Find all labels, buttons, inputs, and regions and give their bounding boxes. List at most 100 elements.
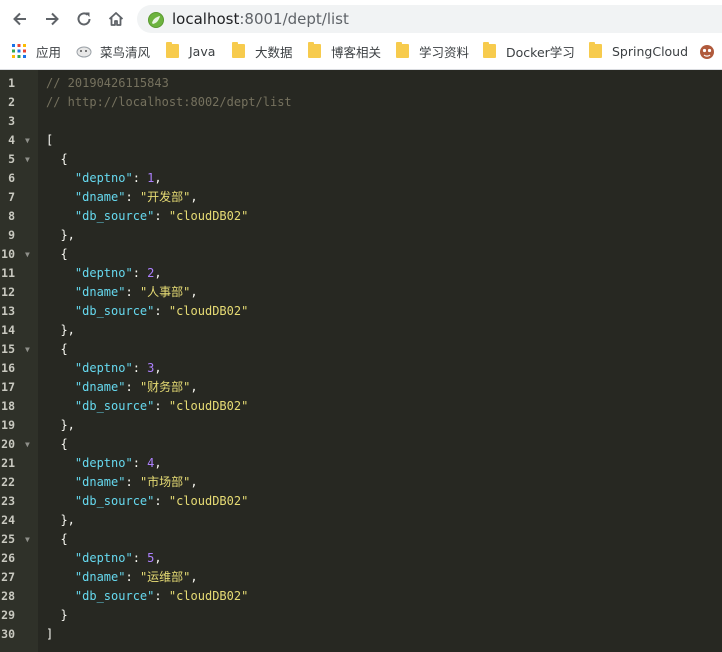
line-number: 23 (1, 494, 15, 508)
runoob-icon (76, 46, 92, 58)
line-number: 25 (1, 532, 15, 546)
folder-icon (396, 42, 409, 58)
extension-button[interactable] (698, 37, 716, 65)
fold-toggle-icon[interactable]: ▼ (25, 340, 30, 359)
code-line: 16 "deptno": 3, (0, 359, 722, 378)
code-line: 19 }, (0, 416, 722, 435)
code-line: 22 "dname": "市场部", (0, 473, 722, 492)
bookmark-folder-springcloud[interactable]: SpringCloud (589, 37, 688, 65)
code-line: 10 ▼ { (0, 245, 722, 264)
bookmark-label: SpringCloud (612, 43, 689, 59)
line-number: 8 (8, 209, 15, 223)
bookmark-label: 大数据 (255, 44, 293, 60)
line-number: 12 (1, 285, 15, 299)
line-number: 27 (1, 570, 15, 584)
reload-button[interactable] (71, 6, 97, 32)
folder-icon (308, 42, 321, 58)
bookmark-apps[interactable]: 应用 (12, 37, 61, 65)
fold-toggle-icon[interactable]: ▼ (25, 530, 30, 549)
code-text: { (60, 152, 68, 166)
address-bar[interactable]: localhost:8001/dept/list (137, 5, 722, 33)
code-line: 30] (0, 625, 722, 644)
bookmark-folder-bigdata[interactable]: 大数据 (232, 37, 293, 65)
line-number: 1 (8, 76, 15, 90)
code-text: "dname": "开发部", (74, 190, 198, 204)
code-line: 15 ▼ { (0, 340, 722, 359)
code-text: "deptno": 2, (74, 266, 162, 280)
line-number: 29 (1, 608, 15, 622)
code-line: 8 "db_source": "cloudDB02" (0, 207, 722, 226)
code-line: 26 "deptno": 5, (0, 549, 722, 568)
line-number: 9 (8, 228, 15, 242)
code-text: "dname": "财务部", (74, 380, 198, 394)
code-text: { (60, 247, 68, 261)
line-number: 20 (1, 437, 15, 451)
bookmark-folder-blog[interactable]: 博客相关 (308, 37, 381, 65)
code-line: 2 // http://localhost:8002/dept/list (0, 93, 722, 112)
code-line: 11 "deptno": 2, (0, 264, 722, 283)
folder-icon (589, 42, 602, 58)
code-line: 5 ▼ { (0, 150, 722, 169)
code-text: { (60, 342, 68, 356)
home-button[interactable] (103, 6, 129, 32)
code-text: ] (46, 627, 54, 641)
back-button[interactable] (7, 6, 33, 32)
code-text: // http://localhost:8002/dept/list (46, 95, 292, 109)
extension-icon (700, 45, 714, 59)
bookmark-folder-study[interactable]: 学习资料 (396, 37, 469, 65)
url-text[interactable]: localhost:8001/dept/list (172, 10, 349, 28)
home-icon (108, 12, 124, 26)
forward-button[interactable] (39, 6, 65, 32)
line-number: 18 (1, 399, 15, 413)
json-viewer: 1 // 20190426115843 2 // http://localhost:8… (0, 70, 722, 652)
line-number: 26 (1, 551, 15, 565)
bookmark-label: Java (189, 43, 216, 59)
browser-toolbar: localhost:8001/dept/list (0, 0, 722, 37)
code-text: "db_source": "cloudDB02" (74, 494, 249, 508)
code-line: 6 "deptno": 1, (0, 169, 722, 188)
code-line: 24 }, (0, 511, 722, 530)
line-number: 24 (1, 513, 15, 527)
line-number: 11 (1, 266, 15, 280)
code-text: "deptno": 1, (74, 171, 162, 185)
code-text: "dname": "市场部", (74, 475, 198, 489)
arrow-left-icon (13, 12, 26, 26)
code-text: "db_source": "cloudDB02" (74, 304, 249, 318)
code-text: }, (60, 323, 75, 337)
code-text: { (60, 532, 68, 546)
code-line: 29 } (0, 606, 722, 625)
fold-toggle-icon[interactable]: ▼ (25, 435, 30, 454)
line-number: 16 (1, 361, 15, 375)
line-number: 6 (8, 171, 15, 185)
bookmark-folder-docker[interactable]: Docker学习 (483, 37, 575, 65)
bookmark-runoob[interactable]: 菜鸟清风 (76, 37, 150, 65)
line-number: 4 (8, 133, 15, 147)
code-line: 27 "dname": "运维部", (0, 568, 722, 587)
code-text: }, (60, 513, 75, 527)
line-number: 15 (1, 342, 15, 356)
bookmarks-bar: 应用 菜鸟清风 Java 大数据 博客相关 学习资料 Docker学习 Spri… (0, 37, 722, 70)
line-number: 2 (8, 95, 15, 109)
folder-icon (483, 42, 496, 58)
code-text: "deptno": 3, (74, 361, 162, 375)
code-text: "db_source": "cloudDB02" (74, 589, 249, 603)
bookmark-label: 学习资料 (419, 44, 470, 60)
code-line: 28 "db_source": "cloudDB02" (0, 587, 722, 606)
line-number: 10 (1, 247, 15, 261)
fold-toggle-icon[interactable]: ▼ (25, 150, 30, 169)
code-line: 9 }, (0, 226, 722, 245)
line-number: 5 (8, 152, 15, 166)
fold-toggle-icon[interactable]: ▼ (25, 131, 30, 150)
code-text: }, (60, 418, 75, 432)
bookmark-label: Docker学习 (506, 44, 575, 60)
line-number: 30 (1, 627, 15, 641)
code-text: "dname": "人事部", (74, 285, 198, 299)
line-number: 21 (1, 456, 15, 470)
bookmark-folder-java[interactable]: Java (166, 37, 215, 65)
line-number: 3 (8, 114, 15, 128)
code-line: 1 // 20190426115843 (0, 74, 722, 93)
folder-icon (166, 42, 179, 58)
reload-icon (77, 12, 91, 26)
fold-toggle-icon[interactable]: ▼ (25, 245, 30, 264)
code-text: [ (46, 133, 54, 147)
